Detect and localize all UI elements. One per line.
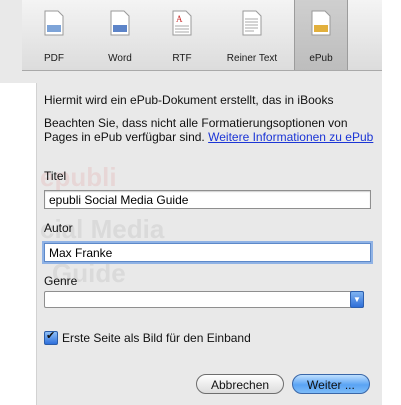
author-field[interactable] [44, 243, 371, 262]
genre-select[interactable]: ▼ [44, 291, 364, 308]
window-edge [382, 0, 401, 405]
text-doc-icon [242, 10, 262, 36]
next-button[interactable]: Weiter ... [292, 374, 370, 394]
pdf-icon [44, 10, 64, 36]
title-label: Titel [44, 169, 67, 183]
tab-label: RTF [172, 53, 192, 64]
title-field[interactable] [44, 190, 371, 209]
rtf-doc-icon: A [172, 10, 192, 36]
background-document [0, 83, 37, 405]
chevron-down-icon[interactable]: ▼ [350, 291, 364, 308]
genre-label: Genre [44, 274, 78, 288]
cover-checkbox[interactable] [44, 329, 58, 345]
dialog-buttons: Abbrechen Weiter ... [196, 374, 370, 394]
author-label: Autor [44, 221, 73, 235]
tab-plain-text[interactable]: Reiner Text [210, 0, 294, 70]
format-toolbar: PDF Word A RTF Reiner Text ePub [22, 0, 382, 71]
tab-pdf[interactable]: PDF [22, 0, 86, 70]
tab-label: ePub [309, 53, 333, 64]
tab-word[interactable]: Word [86, 0, 154, 70]
export-sheet: epubli cial Media Guide PDF Word A RTF R… [0, 0, 401, 405]
epub-icon [311, 10, 331, 36]
tab-label: Word [108, 53, 132, 64]
tab-epub[interactable]: ePub [294, 0, 348, 70]
word-doc-icon [110, 10, 130, 36]
cover-checkbox-label: Erste Seite als Bild für den Einband [62, 331, 251, 345]
tab-rtf[interactable]: A RTF [154, 0, 210, 70]
tab-label: Reiner Text [226, 53, 278, 64]
notice-text: Beachten Sie, dass nicht alle Formatieru… [44, 116, 374, 144]
cover-checkbox-row[interactable]: Erste Seite als Bild für den Einband [44, 329, 251, 345]
svg-text:A: A [176, 14, 183, 24]
more-info-link[interactable]: Weitere Informationen zu ePub [208, 130, 373, 144]
tab-label: PDF [44, 53, 64, 64]
intro-text: Hiermit wird ein ePub-Dokument erstellt,… [44, 93, 334, 107]
cancel-button[interactable]: Abbrechen [196, 374, 285, 394]
